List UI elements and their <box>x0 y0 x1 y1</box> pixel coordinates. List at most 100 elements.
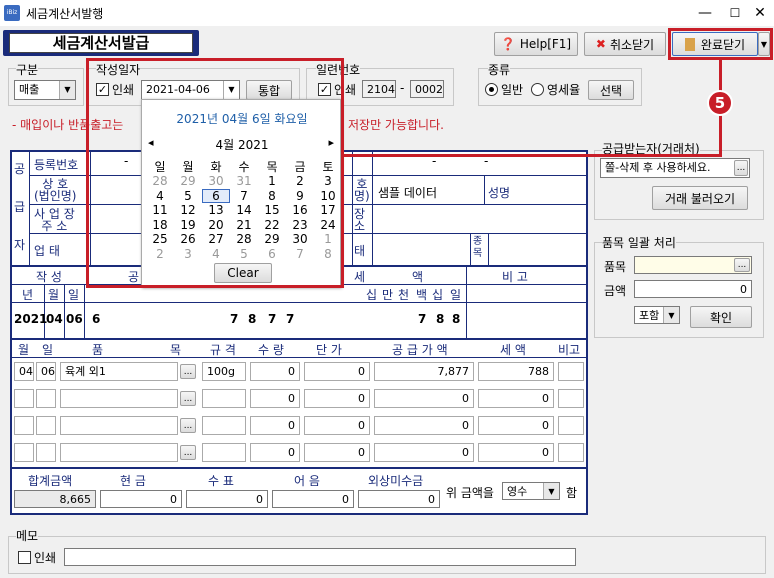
incl-select[interactable]: 포함 ▼ <box>634 306 680 324</box>
annotation-box-date <box>86 58 344 288</box>
item-supply-field[interactable]: 0 <box>374 389 474 408</box>
item-price-field[interactable]: 0 <box>304 443 370 462</box>
buyer-name-label: 호 명) <box>354 177 370 203</box>
item-m-field[interactable] <box>14 443 34 462</box>
item-lookup-button[interactable]: ... <box>180 391 196 406</box>
receiver-value: 쫄-삭제 후 사용하세요. <box>605 161 711 174</box>
memo-input[interactable] <box>64 548 576 566</box>
item-price-field[interactable]: 0 <box>304 389 370 408</box>
item-d-field[interactable] <box>36 416 56 435</box>
help-label: Help[F1] <box>519 37 572 51</box>
tax-header-se: 세 <box>354 270 366 284</box>
item-price-field[interactable]: 0 <box>304 362 370 381</box>
item-qty-field[interactable]: 0 <box>250 416 300 435</box>
select-button[interactable]: 선택 <box>588 80 634 100</box>
item-remark-field[interactable] <box>558 389 584 408</box>
credit-field[interactable]: 0 <box>358 490 440 508</box>
item-name-field[interactable]: 육계 외1 <box>60 362 178 381</box>
minimize-button[interactable]: — <box>690 3 720 23</box>
serial-dash: - <box>400 81 405 95</box>
item-lookup-button[interactable]: ... <box>180 445 196 460</box>
serial-input-1[interactable]: 2104 <box>362 80 396 98</box>
bulk-item-search-button[interactable]: ... <box>734 258 750 272</box>
item-d-field[interactable] <box>36 389 56 408</box>
gubun-value: 매출 <box>19 83 40 96</box>
cancel-close-button[interactable]: ✖ 취소닫기 <box>584 32 666 56</box>
item-spec-field[interactable] <box>202 389 246 408</box>
items-h-remark: 비고 <box>558 343 581 357</box>
cash-label: 현 금 <box>120 474 146 488</box>
notice-right: 저장만 가능합니다. <box>348 118 444 132</box>
col-man: 만 <box>382 288 394 302</box>
item-lookup-button[interactable]: ... <box>180 418 196 433</box>
check-field[interactable]: 0 <box>186 490 268 508</box>
item-qty-field[interactable]: 0 <box>250 362 300 381</box>
eop-label: 업 태 <box>34 244 60 258</box>
load-client-button[interactable]: 거래 불러오기 <box>652 186 748 210</box>
tax-digit-2: 8 <box>436 312 445 326</box>
col-sip2: 십 <box>432 288 444 302</box>
item-tax-field[interactable]: 788 <box>478 362 554 381</box>
page-title: 세금계산서발급 <box>9 33 193 53</box>
items-h-spec: 규 격 <box>210 343 236 357</box>
serial-input-2[interactable]: 0002 <box>410 80 444 98</box>
item-price-field[interactable]: 0 <box>304 416 370 435</box>
item-qty-field[interactable]: 0 <box>250 443 300 462</box>
item-remark-field[interactable] <box>558 443 584 462</box>
app-icon: iBiz <box>4 5 20 21</box>
item-remark-field[interactable] <box>558 362 584 381</box>
bulk-amount-label: 금액 <box>604 284 627 298</box>
item-d-field[interactable]: 06 <box>36 362 56 381</box>
chevron-down-icon: ▼ <box>663 307 679 323</box>
jang-label: 장 소 <box>354 207 366 233</box>
receipt-select[interactable]: 영수 ▼ <box>502 482 560 500</box>
item-tax-field[interactable]: 0 <box>478 389 554 408</box>
item-supply-field[interactable]: 0 <box>374 416 474 435</box>
item-supply-field[interactable]: 0 <box>374 443 474 462</box>
item-m-field[interactable]: 04 <box>14 362 34 381</box>
close-button[interactable]: ✕ <box>745 3 774 23</box>
item-tax-field[interactable]: 0 <box>478 443 554 462</box>
jong-label: 종 목 <box>473 236 483 259</box>
gubun-select[interactable]: 매출 ▼ <box>14 80 76 100</box>
radio-zero-rate[interactable] <box>531 83 544 96</box>
item-remark-field[interactable] <box>558 416 584 435</box>
item-spec-field[interactable]: 100g <box>202 362 246 381</box>
item-name-field[interactable] <box>60 443 178 462</box>
col-cheon: 천 <box>398 288 410 302</box>
item-qty-field[interactable]: 0 <box>250 389 300 408</box>
x-icon: ✖ <box>595 37 606 51</box>
item-name-field[interactable] <box>60 416 178 435</box>
bulk-amount-input[interactable]: 0 <box>634 280 752 298</box>
memo-print-checkbox[interactable] <box>18 551 31 564</box>
supply-digit-3: 7 <box>268 312 277 326</box>
total-field: 8,665 <box>14 490 96 508</box>
addr-label: 사 업 장 주 소 <box>34 207 75 233</box>
supply-digit-4: 7 <box>286 312 295 326</box>
item-m-field[interactable] <box>14 389 34 408</box>
check-label: 수 표 <box>208 474 234 488</box>
geup-label: 급 <box>14 200 26 214</box>
radio-general[interactable] <box>485 83 498 96</box>
bill-field[interactable]: 0 <box>272 490 354 508</box>
cash-field[interactable]: 0 <box>100 490 182 508</box>
receiver-search-button[interactable]: ... <box>734 160 748 176</box>
val-year: 2021 <box>14 312 48 326</box>
confirm-button[interactable]: 확인 <box>690 306 752 328</box>
chevron-down-icon: ▼ <box>59 81 75 99</box>
item-supply-field[interactable]: 7,877 <box>374 362 474 381</box>
item-m-field[interactable] <box>14 416 34 435</box>
annotation-line-h <box>342 154 722 157</box>
ceo-label: 성명 <box>488 186 511 200</box>
item-spec-field[interactable] <box>202 443 246 462</box>
item-tax-field[interactable]: 0 <box>478 416 554 435</box>
item-spec-field[interactable] <box>202 416 246 435</box>
item-lookup-button[interactable]: ... <box>180 364 196 379</box>
item-name-field[interactable] <box>60 389 178 408</box>
item-d-field[interactable] <box>36 443 56 462</box>
tae-label: 태 <box>354 244 366 258</box>
ja-label: 자 <box>14 238 26 252</box>
help-button[interactable]: ❓ Help[F1] <box>494 32 578 56</box>
items-h-day: 일 <box>42 343 54 357</box>
receiver-input[interactable]: 쫄-삭제 후 사용하세요. <box>600 158 750 178</box>
